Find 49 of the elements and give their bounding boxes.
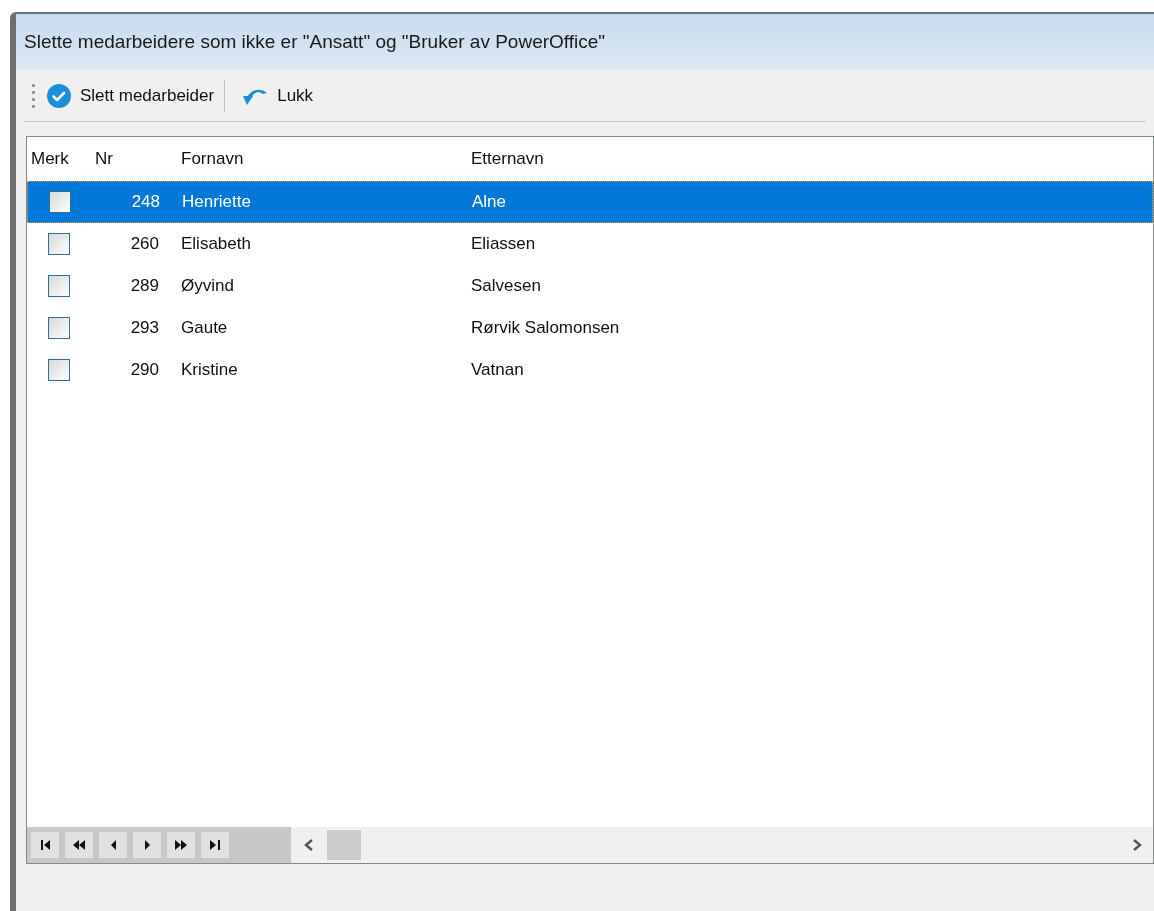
table-cell-text: 289 — [129, 275, 159, 298]
pager-button[interactable] — [166, 831, 196, 859]
table-row[interactable]: 289 Øyvind Salvesen — [27, 265, 1153, 307]
table-cell-text: 260 — [129, 233, 159, 256]
table-cell-text: 290 — [129, 359, 159, 382]
table-row[interactable]: 260 Elisabeth Eliassen — [27, 223, 1153, 265]
table-cell-text: 293 — [129, 317, 159, 340]
pager-button[interactable] — [98, 831, 128, 859]
table-cell-text: Henriette — [181, 191, 252, 214]
checkbox[interactable] — [48, 233, 70, 255]
previous-icon — [110, 840, 116, 850]
grip-icon — [32, 82, 36, 109]
table-row[interactable]: 290 Kristine Vatnan — [27, 349, 1153, 391]
pager-button[interactable] — [30, 831, 60, 859]
toolbar-button[interactable]: Slett medarbeider — [46, 78, 215, 113]
table-cell-text: 248 — [130, 191, 160, 214]
first-page-icon — [40, 840, 50, 850]
pager-button[interactable] — [200, 831, 230, 859]
column-header[interactable]: Fornavn — [177, 146, 467, 172]
table-row[interactable]: 248 Henriette Alne — [27, 181, 1153, 223]
scroll-right-icon[interactable] — [1131, 837, 1143, 853]
checkbox[interactable] — [48, 359, 70, 381]
previous-page-icon — [73, 840, 85, 850]
column-header[interactable]: Merk — [27, 146, 91, 172]
table-cell-text: Vatnan — [470, 359, 524, 382]
next-icon — [144, 840, 150, 850]
column-header[interactable]: Nr — [91, 146, 177, 172]
table-cell-text: Øyvind — [180, 275, 235, 298]
last-page-icon — [210, 840, 220, 850]
window-title: Slette medarbeidere som ikke er "Ansatt" og "Bruker av PowerOffice" — [16, 14, 1154, 70]
next-page-icon — [175, 840, 187, 850]
pager-button[interactable] — [132, 831, 162, 859]
table-cell-text: Salvesen — [470, 275, 541, 298]
scroll-left-icon[interactable] — [303, 837, 315, 853]
toolbar-button[interactable]: Lukk — [241, 78, 314, 113]
checkbox[interactable] — [48, 317, 70, 339]
column-header[interactable]: Etternavn — [467, 146, 544, 172]
pager-button[interactable] — [64, 831, 94, 859]
checkbox[interactable] — [48, 275, 70, 297]
check-circle-icon — [46, 82, 72, 109]
scrollbar-thumb[interactable] — [327, 830, 361, 860]
table-cell-text: Elisabeth — [180, 233, 252, 256]
table-row[interactable]: 293 Gaute Rørvik Salomonsen — [27, 307, 1153, 349]
table-cell-text: Kristine — [180, 359, 239, 382]
table-cell-text: Alne — [471, 191, 507, 214]
table-cell-text: Rørvik Salomonsen — [470, 317, 620, 340]
table-cell-text: Eliassen — [470, 233, 536, 256]
checkbox[interactable] — [49, 191, 71, 213]
table-cell-text: Gaute — [180, 317, 229, 340]
